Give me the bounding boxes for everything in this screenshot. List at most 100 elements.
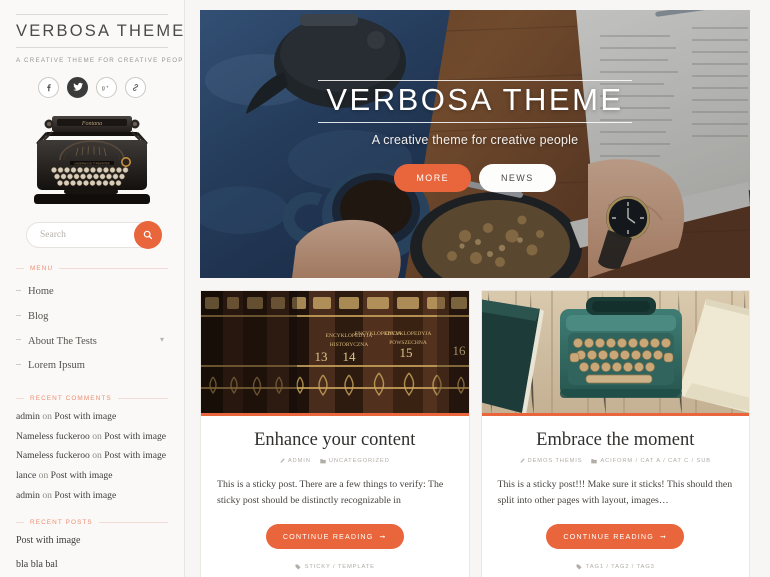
social-links: g + [0,76,184,98]
svg-text:g: g [102,86,105,92]
comment-author: Nameless fuckeroo [16,430,90,442]
comment-author: lance [16,469,37,481]
widget-recent-comments: RECENT COMMENTS admin on Post with image… [0,395,184,502]
list-item[interactable]: Nameless fuckeroo on Post with image [16,430,168,444]
continue-reading-button[interactable]: CONTINUE READING ➞ [546,523,685,549]
comment-connector: on [89,430,105,442]
post-tags-label: STICKY / TEMPLATE [304,563,375,570]
typewriter-illustration: Fontana UNDERWOOD TYPEWRITER [26,111,158,208]
post-cta-wrap: CONTINUE READING ➞ [217,523,453,549]
list-item[interactable]: Post with image [16,535,168,547]
search-button[interactable] [134,220,162,249]
post-meta: ADMIN UNCATEGORIZED [217,458,453,464]
comment-connector: on [39,411,55,423]
comment-post: Post with image [54,489,117,501]
menu-label: Blog [28,311,49,323]
post-grid: ENCYKLOPEDYJA HISTORYCZNA ENCYKLOPEDYJA … [200,290,750,577]
post-tags[interactable]: STICKY / TEMPLATE [217,564,453,577]
menu-label: Lorem Ipsum [28,360,85,372]
chevron-down-icon[interactable]: ▾ [160,335,164,345]
sidebar-item-lorem-ipsum[interactable]: Lorem Ipsum [16,354,168,379]
comment-post: Post with image [54,411,117,423]
post-meta: DEMOS THEMIS ACIFORM / CAT A / CAT C / S… [498,458,734,464]
svg-text:14: 14 [343,349,357,364]
widget-title-recent-posts: RECENT POSTS [16,519,168,526]
comment-post: Post with image [50,469,113,481]
sidebar-item-home[interactable]: Home [16,280,168,305]
twitter-icon[interactable] [67,76,88,98]
post-title[interactable]: Embrace the moment [498,430,734,451]
site-title[interactable]: VERBOSA THEME [16,14,183,48]
more-button[interactable]: MORE [394,163,471,192]
arrow-right-icon: ➞ [379,531,387,541]
svg-text:UNDERWOOD TYPEWRITER: UNDERWOOD TYPEWRITER [74,162,109,166]
site-branding: VERBOSA THEME A CREATIVE THEME FOR CREAT… [0,0,184,64]
post-excerpt: This is a sticky post!!! Make sure it st… [497,479,733,507]
post-author[interactable]: ADMIN [280,458,311,464]
menu-label: About The Tests [28,335,97,347]
post-thumbnail-antique-books[interactable]: ENCYKLOPEDYJA HISTORYCZNA ENCYKLOPEDYJA … [201,291,469,416]
search-form [26,220,162,249]
sidebar-item-about-the-tests[interactable]: About The Tests ▾ [16,329,168,354]
link-icon[interactable] [125,76,146,98]
pen-icon [520,458,525,464]
continue-reading-label: CONTINUE READING [282,531,374,541]
post-body: Enhance your content ADMIN UNCATEGORIZED… [201,416,469,577]
continue-reading-button[interactable]: CONTINUE READING ➞ [265,523,404,549]
menu-label: Home [28,286,54,298]
list-item[interactable]: admin on Post with image [16,489,168,503]
tag-icon [295,564,301,570]
facebook-icon[interactable] [38,76,59,98]
arrow-right-icon: ➞ [660,531,668,541]
widget-recent-posts: RECENT POSTS Post with image bla bla bal [0,519,184,571]
list-item[interactable]: lance on Post with image [16,469,168,483]
comment-connector: on [39,489,55,501]
comment-connector: on [36,469,51,481]
post-category-label: ACIFORM / CAT A / CAT C / SUB [600,458,711,465]
post-tags[interactable]: TAG1 / TAG2 / TAG3 [498,564,734,577]
hero-title: VERBOSA THEME [318,80,632,123]
widget-title-recent-comments: RECENT COMMENTS [16,395,168,402]
tag-icon [576,564,582,570]
list-item[interactable]: Nameless fuckeroo on Post with image [16,449,168,463]
post-card[interactable]: Embrace the moment DEMOS THEMIS ACIFORM … [480,290,750,577]
widget-menu: MENU Home Blog About The Tests ▾ Lorem I… [0,265,184,378]
news-button[interactable]: NEWS [479,163,556,192]
list-item[interactable]: bla bla bal [16,559,168,571]
folder-icon [320,459,326,464]
post-body: Embrace the moment DEMOS THEMIS ACIFORM … [482,416,750,577]
post-category-label: UNCATEGORIZED [328,458,390,465]
comment-connector: on [89,450,105,462]
post-category[interactable]: ACIFORM / CAT A / CAT C / SUB [591,458,711,464]
hero-buttons: MORE NEWS [200,163,750,192]
post-excerpt: This is a sticky post. There are a few t… [217,479,444,507]
comment-author: Nameless fuckeroo [16,450,90,462]
sidebar: VERBOSA THEME A CREATIVE THEME FOR CREAT… [0,0,185,577]
comment-post: Post with image [104,450,167,462]
hero-banner[interactable]: VERBOSA THEME A creative theme for creat… [200,10,750,278]
folder-icon [591,459,598,464]
post-tags-label: TAG1 / TAG2 / TAG3 [585,563,655,570]
pen-icon [280,458,285,464]
sidebar-item-blog[interactable]: Blog [16,305,168,330]
continue-reading-label: CONTINUE READING [563,531,654,541]
recent-comments-list: admin on Post with image Nameless fucker… [16,410,168,502]
list-item[interactable]: admin on Post with image [16,410,168,424]
svg-text:Fontana: Fontana [81,121,102,127]
comment-post: Post with image [104,430,167,442]
post-author[interactable]: DEMOS THEMIS [520,458,583,464]
svg-text:+: + [106,86,109,91]
post-thumbnail-teal-typewriter[interactable] [481,291,749,416]
recent-posts-list: Post with image bla bla bal [16,535,168,571]
main-content: VERBOSA THEME A creative theme for creat… [185,0,770,577]
hero-subtitle: A creative theme for creative people [371,132,579,147]
nav-menu: Home Blog About The Tests ▾ Lorem Ipsum [16,280,168,378]
post-card[interactable]: ENCYKLOPEDYJA HISTORYCZNA ENCYKLOPEDYJA … [200,290,470,577]
svg-text:13: 13 [315,349,328,364]
site-tagline: A CREATIVE THEME FOR CREATIVE PEOPLE [16,56,185,64]
search-icon [143,230,153,240]
post-title[interactable]: Enhance your content [217,430,453,451]
post-category[interactable]: UNCATEGORIZED [320,458,390,464]
google-plus-icon[interactable]: g + [96,76,117,98]
post-author-label: ADMIN [287,458,311,465]
